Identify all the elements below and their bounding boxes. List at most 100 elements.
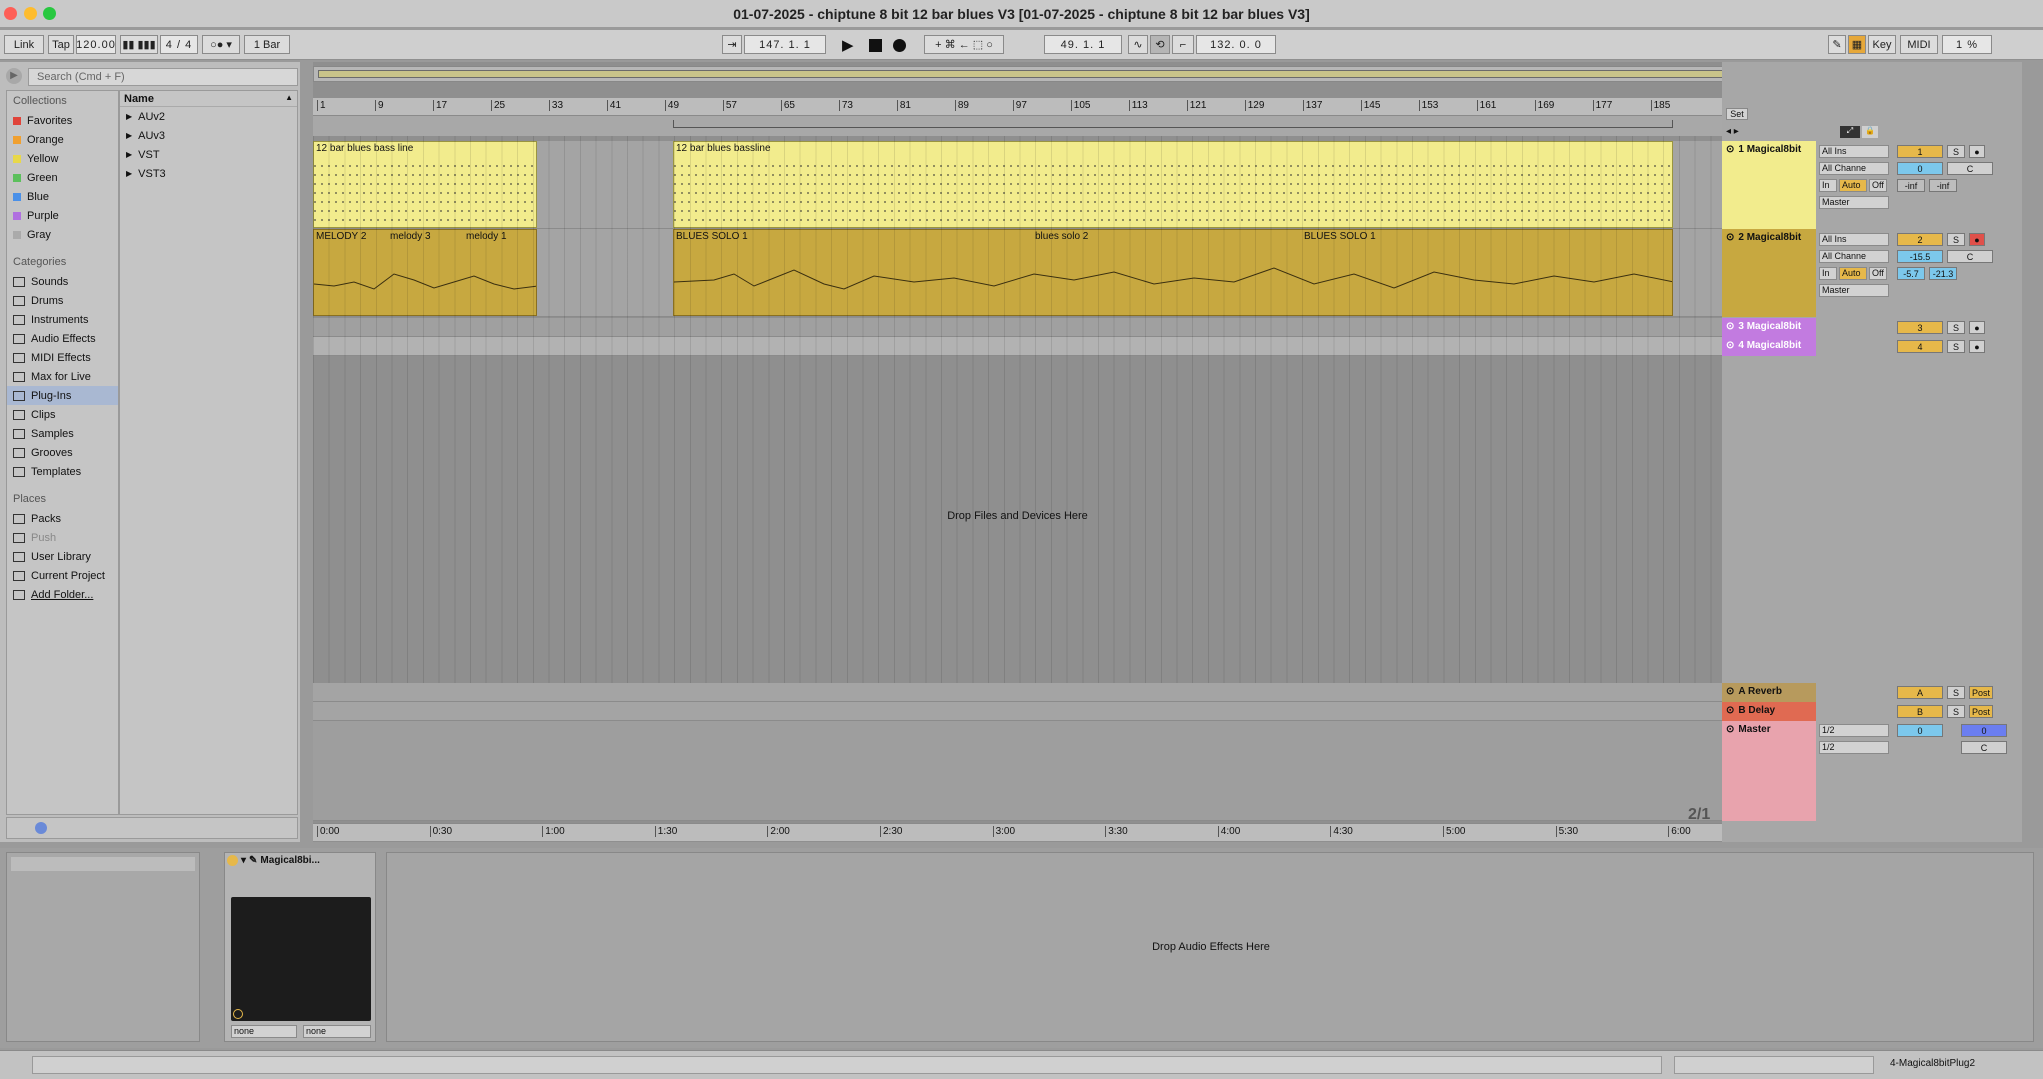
collection-item[interactable]: Favorites <box>7 111 118 130</box>
track-activator[interactable]: 3 <box>1897 321 1943 334</box>
clip[interactable]: 12 bar blues bassline <box>673 141 1673 228</box>
category-item[interactable]: Audio Effects <box>7 329 118 348</box>
track-activator[interactable]: 2 <box>1897 233 1943 246</box>
pan-field[interactable]: C <box>1947 162 1993 175</box>
track-name[interactable]: 1 Magical8bit <box>1738 144 1801 155</box>
overview-bar[interactable] <box>313 66 1963 82</box>
loop-length-field[interactable]: 132. 0. 0 <box>1196 35 1276 54</box>
sort-up-icon[interactable]: ▲ <box>285 93 293 104</box>
fold-icon[interactable]: ⊙ <box>1726 144 1734 155</box>
fold-icon[interactable]: ▾ <box>241 855 246 866</box>
post-button[interactable]: Post <box>1969 705 1993 718</box>
follow-icon[interactable]: ⇥ <box>722 35 742 54</box>
track-activator[interactable]: 1 <box>1897 145 1943 158</box>
plugin-folder-item[interactable]: ▶ VST3 <box>120 164 297 183</box>
punch-icon[interactable]: ⌐ <box>1172 35 1194 54</box>
track-name[interactable]: 3 Magical8bit <box>1738 321 1801 332</box>
collection-item[interactable]: Yellow <box>7 149 118 168</box>
wrench-icon[interactable]: ✎ <box>249 855 257 866</box>
fold-icon[interactable]: ⊙ <box>1726 232 1734 243</box>
effects-drop-zone[interactable]: Drop Audio Effects Here <box>386 852 2034 1042</box>
collection-item[interactable]: Gray <box>7 225 118 244</box>
category-item[interactable]: Sounds <box>7 272 118 291</box>
knob-icon[interactable] <box>233 1009 243 1019</box>
track-header-4[interactable]: ⊙ 4 Magical8bit <box>1722 337 1816 356</box>
return-lane-a[interactable] <box>313 683 1722 702</box>
input-channel-select[interactable]: All Channe <box>1819 162 1889 175</box>
record-button[interactable] <box>893 39 906 52</box>
tempo-field[interactable]: 120.00 <box>76 35 116 54</box>
expand-arrow-icon[interactable]: ▶ <box>126 169 132 178</box>
category-item[interactable]: MIDI Effects <box>7 348 118 367</box>
expand-icon[interactable]: ⤢ <box>1840 126 1860 138</box>
monitor-in[interactable]: In <box>1819 179 1837 192</box>
loop-start-field[interactable]: 49. 1. 1 <box>1044 35 1122 54</box>
play-button[interactable]: ▶ <box>842 36 854 54</box>
solo-button[interactable]: S <box>1947 340 1965 353</box>
category-item[interactable]: Instruments <box>7 310 118 329</box>
clip-group[interactable]: BLUES SOLO 1 blues solo 2 BLUES SOLO 1 <box>673 229 1673 316</box>
lock-icon[interactable]: 🔒 <box>1862 126 1878 138</box>
return-lane-b[interactable] <box>313 702 1722 721</box>
clip-group[interactable]: MELODY 2 melody 3 melody 1 <box>313 229 537 316</box>
category-item[interactable]: Grooves <box>7 443 118 462</box>
plugin-folder-item[interactable]: ▶ AUv3 <box>120 126 297 145</box>
device-power-icon[interactable] <box>227 855 238 866</box>
monitor-off[interactable]: Off <box>1869 267 1887 280</box>
monitor-auto[interactable]: Auto <box>1839 179 1867 192</box>
pan-field[interactable]: C <box>1947 250 1993 263</box>
loop-brace-lane[interactable] <box>313 116 1722 136</box>
fold-icon[interactable]: ⊙ <box>1726 340 1734 351</box>
track-lane-1[interactable]: 12 bar blues bass line 12 bar blues bass… <box>313 141 1722 229</box>
browser-toggle-icon[interactable]: ▶ <box>6 68 22 84</box>
arm-button[interactable]: ● <box>1969 233 1985 246</box>
track-name[interactable]: B Delay <box>1738 705 1775 716</box>
plugin-folder-item[interactable]: ▶ VST <box>120 145 297 164</box>
arm-button[interactable]: ● <box>1969 321 1985 334</box>
plugin-device[interactable]: ▾ ✎ Magical8bi... none none <box>224 852 376 1042</box>
tap-button[interactable]: Tap <box>48 35 74 54</box>
arrange-nav-icon[interactable]: ◂ ▸ <box>1726 126 1739 137</box>
track-header-3[interactable]: ⊙ 3 Magical8bit <box>1722 318 1816 337</box>
track-activator[interactable]: 4 <box>1897 340 1943 353</box>
place-item[interactable]: User Library <box>7 547 118 566</box>
monitor-off[interactable]: Off <box>1869 179 1887 192</box>
set-button[interactable]: Set <box>1726 108 1748 120</box>
expand-arrow-icon[interactable]: ▶ <box>126 112 132 121</box>
place-item[interactable]: Push <box>7 528 118 547</box>
category-item[interactable]: Templates <box>7 462 118 481</box>
overdub-group-icon[interactable]: + ⌘ ← ⬚ ○ <box>924 35 1004 54</box>
track-header-1[interactable]: ⊙ 1 Magical8bit <box>1722 141 1816 229</box>
preview-icon[interactable] <box>35 822 47 834</box>
search-input[interactable]: Search (Cmd + F) <box>28 68 298 86</box>
arm-button[interactable]: ● <box>1969 145 1985 158</box>
track-lane-4[interactable] <box>313 337 1722 356</box>
solo-button[interactable]: S <box>1947 686 1965 699</box>
expand-arrow-icon[interactable]: ▶ <box>126 150 132 159</box>
monitor-in[interactable]: In <box>1819 267 1837 280</box>
expand-arrow-icon[interactable]: ▶ <box>126 131 132 140</box>
master-pan-field[interactable]: C <box>1961 741 2007 754</box>
track-name[interactable]: 4 Magical8bit <box>1738 340 1801 351</box>
track-lane-3[interactable] <box>313 318 1722 337</box>
cue-out-select[interactable]: 1/2 <box>1819 724 1889 737</box>
input-type-select[interactable]: All Ins <box>1819 145 1889 158</box>
solo-button[interactable]: S <box>1947 321 1965 334</box>
draw-curve-icon[interactable]: ∿ <box>1128 35 1148 54</box>
return-activator[interactable]: B <box>1897 705 1943 718</box>
cue-volume-field[interactable]: 0 <box>1961 724 2007 737</box>
midi-map-button[interactable]: MIDI <box>1900 35 1938 54</box>
volume-field[interactable]: 0 <box>1897 162 1943 175</box>
bar-ruler[interactable]: 1 9 17 25 33 41 49 57 65 73 81 89 97 105 113 121 129 137 1… <box>313 98 1722 116</box>
place-item[interactable]: Add Folder... <box>7 585 118 604</box>
time-ruler[interactable]: 0:00 0:30 1:00 1:30 2:00 2:30 3:00 3:30 4:00 4:30… <box>313 823 1722 841</box>
fold-icon[interactable]: ⊙ <box>1726 686 1734 697</box>
computer-keyboard-icon[interactable]: ▦ <box>1848 35 1866 54</box>
place-item[interactable]: Current Project <box>7 566 118 585</box>
track-header-2[interactable]: ⊙ 2 Magical8bit <box>1722 229 1816 317</box>
track-name[interactable]: A Reverb <box>1738 686 1782 697</box>
track-lane-2[interactable]: MELODY 2 melody 3 melody 1 BLUES SOLO 1 … <box>313 229 1722 317</box>
collection-item[interactable]: Blue <box>7 187 118 206</box>
solo-button[interactable]: S <box>1947 233 1965 246</box>
stop-button[interactable] <box>869 39 882 52</box>
